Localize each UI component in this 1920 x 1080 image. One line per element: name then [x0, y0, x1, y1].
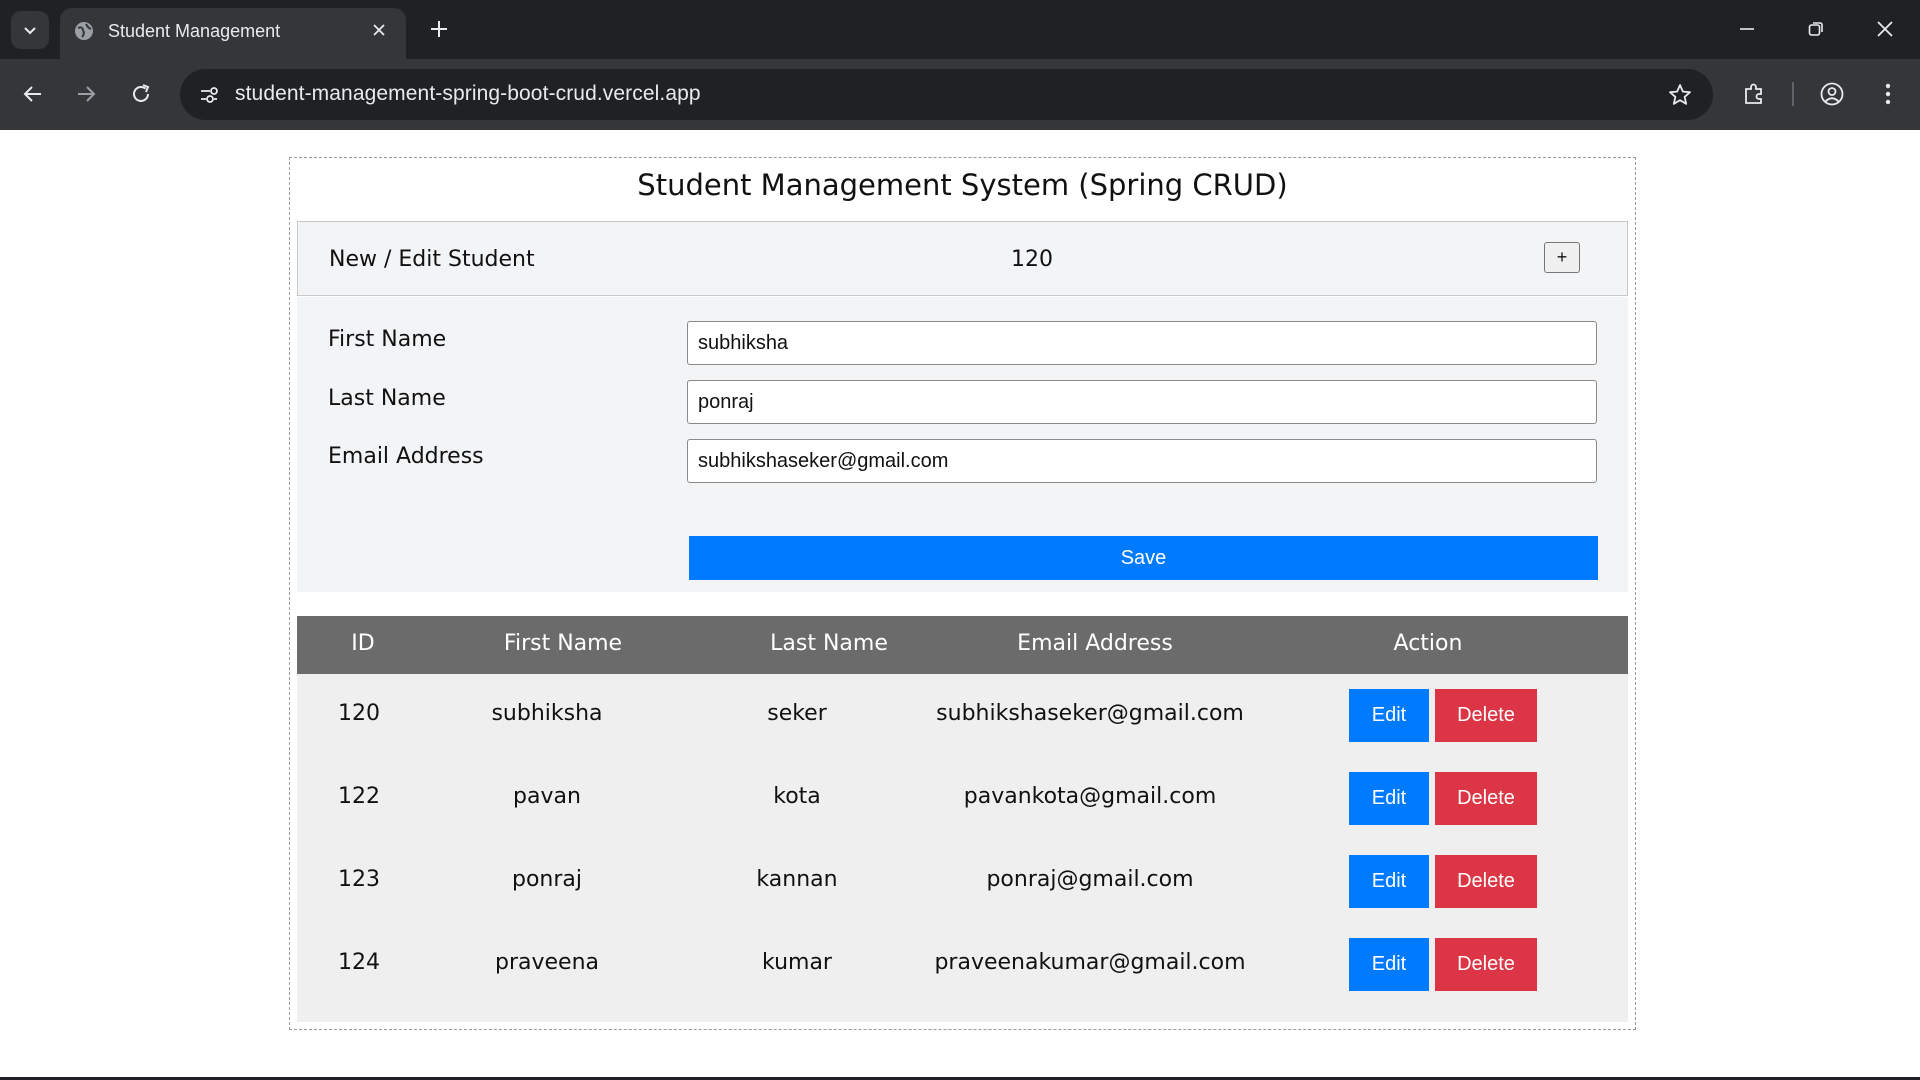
- column-header-action: Action: [1393, 631, 1463, 656]
- restore-icon[interactable]: [1800, 13, 1832, 45]
- edit-button[interactable]: Edit: [1349, 772, 1429, 825]
- globe-icon: [73, 20, 95, 42]
- page-title: Student Management System (Spring CRUD): [637, 168, 1288, 202]
- delete-button[interactable]: Delete: [1435, 689, 1537, 742]
- app-container: Student Management System (Spring CRUD) …: [289, 157, 1636, 1030]
- cell-first-name: ponraj: [511, 867, 583, 892]
- toolbar-divider: [1792, 82, 1794, 106]
- menu-icon[interactable]: [1872, 78, 1904, 110]
- cell-id: 123: [338, 867, 380, 892]
- form-header: New / Edit Student 120 +: [297, 221, 1628, 296]
- table-row: 120 subhiksha seker subhikshaseker@gmail…: [297, 674, 1628, 757]
- student-form: First Name subhiksha Last Name ponraj Em…: [297, 297, 1628, 592]
- add-student-button[interactable]: +: [1544, 242, 1580, 273]
- column-header-last-name: Last Name: [770, 631, 888, 656]
- last-name-label: Last Name: [328, 386, 446, 411]
- browser-tab-bar: Student Management: [0, 0, 1920, 59]
- save-button[interactable]: Save: [689, 536, 1598, 580]
- email-label: Email Address: [328, 444, 484, 469]
- delete-button[interactable]: Delete: [1435, 772, 1537, 825]
- first-name-label: First Name: [328, 327, 447, 352]
- cell-id: 120: [338, 701, 380, 726]
- table-row: 123 ponraj kannan ponraj@gmail.com Edit …: [297, 840, 1628, 923]
- cell-first-name: pavan: [513, 784, 581, 809]
- reload-icon[interactable]: [123, 76, 159, 112]
- cell-email: subhikshaseker@gmail.com: [936, 701, 1244, 726]
- table-row: 124 praveena kumar praveenakumar@gmail.c…: [297, 923, 1628, 1006]
- browser-tab[interactable]: Student Management: [60, 8, 406, 59]
- cell-last-name: seker: [767, 701, 827, 726]
- address-bar[interactable]: student-management-spring-boot-crud.verc…: [180, 69, 1713, 120]
- star-icon[interactable]: [1667, 82, 1693, 108]
- edit-button[interactable]: Edit: [1349, 938, 1429, 991]
- forward-icon[interactable]: [68, 76, 104, 112]
- cell-first-name: praveena: [494, 950, 600, 975]
- cell-id: 122: [338, 784, 380, 809]
- site-info-icon[interactable]: [194, 80, 224, 110]
- cell-id: 124: [338, 950, 380, 975]
- delete-button[interactable]: Delete: [1435, 938, 1537, 991]
- last-name-input[interactable]: ponraj: [687, 380, 1597, 424]
- close-icon[interactable]: [368, 19, 390, 41]
- plus-icon[interactable]: [425, 15, 453, 43]
- first-name-input[interactable]: subhiksha: [687, 321, 1597, 365]
- column-header-email: Email Address: [1017, 631, 1173, 656]
- page-content: Student Management System (Spring CRUD) …: [0, 130, 1920, 1080]
- cell-last-name: kannan: [756, 867, 838, 892]
- current-student-id: 120: [1011, 247, 1053, 272]
- form-header-label: New / Edit Student: [329, 247, 535, 272]
- minimize-icon[interactable]: [1731, 13, 1763, 45]
- delete-button[interactable]: Delete: [1435, 855, 1537, 908]
- url-text[interactable]: student-management-spring-boot-crud.verc…: [235, 82, 701, 106]
- cell-last-name: kota: [773, 784, 821, 809]
- edit-button[interactable]: Edit: [1349, 689, 1429, 742]
- tab-list-icon[interactable]: [11, 11, 49, 49]
- cell-email: pavankota@gmail.com: [963, 784, 1217, 809]
- cell-email: ponraj@gmail.com: [986, 867, 1194, 892]
- profile-icon[interactable]: [1816, 78, 1848, 110]
- students-table: ID First Name Last Name Email Address Ac…: [297, 616, 1628, 1022]
- column-header-id: ID: [351, 631, 375, 656]
- cell-email: praveenakumar@gmail.com: [934, 950, 1246, 975]
- email-input[interactable]: subhikshaseker@gmail.com: [687, 439, 1597, 483]
- tab-title: Student Management: [108, 21, 281, 41]
- table-row: 122 pavan kota pavankota@gmail.com Edit …: [297, 757, 1628, 840]
- edit-button[interactable]: Edit: [1349, 855, 1429, 908]
- back-icon[interactable]: [15, 76, 51, 112]
- table-header-row: ID First Name Last Name Email Address Ac…: [297, 616, 1628, 674]
- column-header-first-name: First Name: [503, 631, 623, 656]
- cell-last-name: kumar: [762, 950, 832, 975]
- cell-first-name: subhiksha: [491, 701, 603, 726]
- browser-toolbar: student-management-spring-boot-crud.verc…: [0, 59, 1920, 130]
- window-close-icon[interactable]: [1869, 13, 1901, 45]
- extensions-icon[interactable]: [1738, 78, 1770, 110]
